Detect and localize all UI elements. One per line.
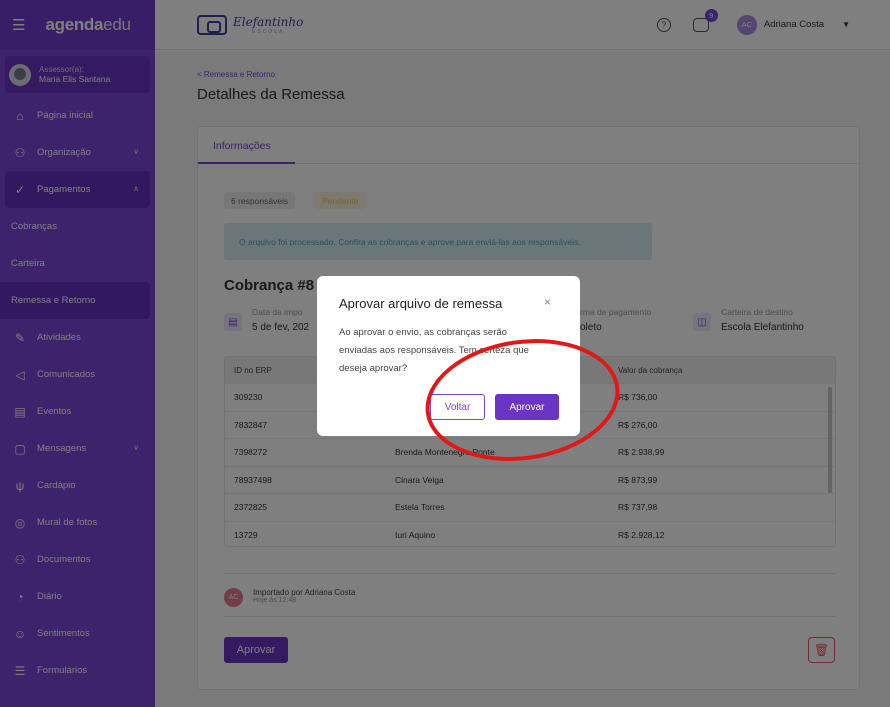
modal-title: Aprovar arquivo de remessa [339,296,503,311]
close-icon[interactable]: × [544,295,551,309]
app: ☰ agendaedu Assessor(a): Maria Elis Sant… [0,0,890,707]
